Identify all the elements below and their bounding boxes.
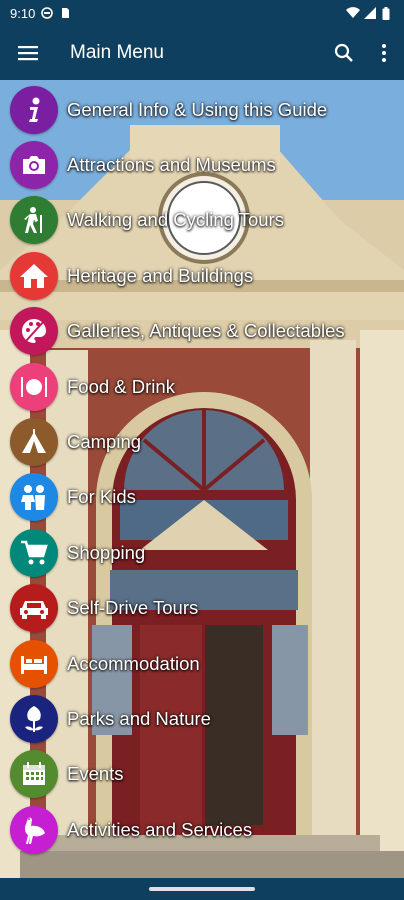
menu-item-for-kids[interactable]: For Kids — [0, 470, 404, 525]
menu-item-label: Events — [67, 763, 124, 785]
cart-icon — [10, 528, 58, 577]
menu-item-label: Attractions and Museums — [67, 154, 276, 176]
system-nav-bar — [0, 878, 404, 900]
status-time: 9:10 — [10, 5, 36, 21]
menu-item-self-drive[interactable]: Self-Drive Tours — [0, 581, 404, 636]
menu-item-food-drink[interactable]: Food & Drink — [0, 359, 404, 414]
menu-item-label: Self-Drive Tours — [67, 597, 199, 619]
menu-item-galleries[interactable]: Galleries, Antiques & Collectables — [0, 304, 404, 359]
house-icon — [10, 251, 58, 300]
info-icon — [10, 85, 58, 134]
menu-item-label: Parks and Nature — [67, 707, 211, 729]
menu-item-label: Accommodation — [67, 652, 200, 674]
page-title: Main Menu — [70, 42, 164, 63]
menu-item-label: Shopping — [67, 541, 146, 563]
car-icon — [10, 584, 58, 633]
main-menu-list: General Info & Using this Guide Attracti… — [0, 82, 404, 857]
menu-item-label: Camping — [67, 431, 142, 453]
emu-icon — [10, 805, 58, 854]
menu-item-heritage[interactable]: Heritage and Buildings — [0, 248, 404, 303]
search-icon[interactable] — [324, 26, 364, 80]
menu-item-label: Walking and Cycling Tours — [67, 209, 284, 231]
battery-icon — [382, 7, 394, 20]
tent-icon — [10, 418, 58, 467]
menu-item-label: For Kids — [67, 486, 136, 508]
menu-item-general-info[interactable]: General Info & Using this Guide — [0, 82, 404, 137]
menu-item-events[interactable]: Events — [0, 747, 404, 802]
palette-icon — [10, 307, 58, 356]
menu-item-activities-services[interactable]: Activities and Services — [0, 802, 404, 857]
signal-icon — [364, 7, 376, 19]
sd-card-icon — [59, 7, 71, 19]
menu-item-camping[interactable]: Camping — [0, 414, 404, 469]
calendar-icon — [10, 750, 58, 799]
sync-icon — [41, 7, 54, 19]
menu-item-label: General Info & Using this Guide — [67, 98, 328, 120]
hamburger-icon[interactable] — [0, 26, 56, 80]
menu-item-label: Food & Drink — [67, 375, 175, 397]
hiker-icon — [10, 196, 58, 245]
menu-item-label: Activities and Services — [67, 818, 253, 840]
camera-icon — [10, 141, 58, 190]
menu-item-parks-nature[interactable]: Parks and Nature — [0, 691, 404, 746]
tulip-icon — [10, 694, 58, 743]
app-bar: Main Menu — [0, 26, 404, 80]
home-gesture-handle[interactable] — [149, 887, 255, 891]
menu-item-label: Heritage and Buildings — [67, 264, 254, 286]
children-icon — [10, 473, 58, 522]
menu-item-accommodation[interactable]: Accommodation — [0, 636, 404, 691]
menu-item-label: Galleries, Antiques & Collectables — [67, 320, 345, 342]
plate-cutlery-icon — [10, 362, 58, 411]
menu-item-walking-cycling[interactable]: Walking and Cycling Tours — [0, 193, 404, 248]
bed-icon — [10, 639, 58, 688]
more-vert-icon[interactable] — [364, 26, 404, 80]
wifi-icon — [346, 7, 360, 19]
menu-item-shopping[interactable]: Shopping — [0, 525, 404, 580]
menu-item-attractions[interactable]: Attractions and Museums — [0, 137, 404, 192]
status-bar: 9:10 — [0, 0, 404, 26]
